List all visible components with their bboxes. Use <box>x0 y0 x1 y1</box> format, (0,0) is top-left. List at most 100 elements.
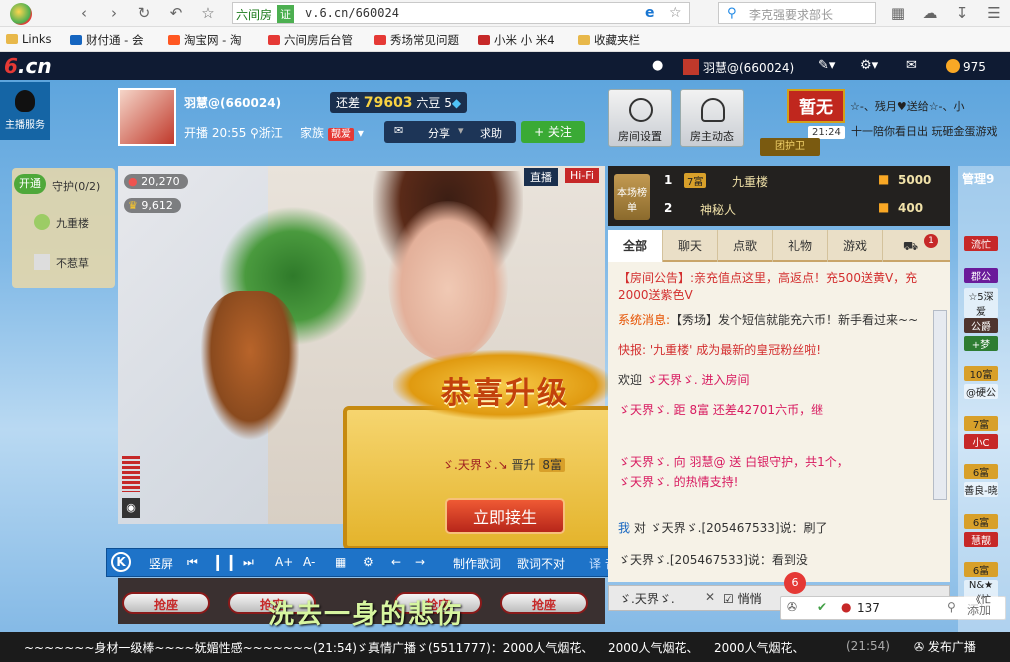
notification-badge[interactable]: 6 <box>784 572 806 594</box>
close-target-icon[interactable]: ✕ <box>705 590 715 604</box>
undo-icon[interactable]: ↶ <box>166 4 186 22</box>
rank-row[interactable]: 1 7富 九重楼 ■ 5000 <box>658 168 946 194</box>
admin-tag[interactable]: 10富 <box>964 366 998 381</box>
edit-icon[interactable]: ✎▾ <box>818 58 835 73</box>
admin-tag[interactable]: 小C <box>964 434 998 449</box>
admin-tag[interactable]: +梦 <box>964 336 998 351</box>
site-logo[interactable]: 6.cn <box>4 54 52 78</box>
admin-tag[interactable]: 7富 <box>964 416 998 431</box>
star-icon[interactable]: ☆ <box>198 4 218 22</box>
chat-target: ゞ.天界ゞ. <box>619 592 675 606</box>
settings-icon[interactable]: ⚙▾ <box>860 58 878 73</box>
bookmark-links[interactable]: Links <box>6 32 52 46</box>
guard-item[interactable]: 九重楼 <box>34 214 89 231</box>
cloud-icon[interactable]: ☁ <box>920 4 940 22</box>
tab-song[interactable]: 点歌 <box>718 230 773 262</box>
admin-tag[interactable]: 流忙 <box>964 236 998 251</box>
search-box[interactable]: ⚲ 李克强要求部长 <box>718 2 876 24</box>
room-settings-button[interactable]: 房间设置 <box>608 89 672 147</box>
make-lyrics-button[interactable]: 制作歌词 <box>453 555 501 572</box>
arrow-right-icon[interactable]: → <box>415 555 425 569</box>
back-icon[interactable]: ‹ <box>74 4 94 22</box>
bookmark-taobao[interactable]: 淘宝网 - 淘 <box>168 32 241 48</box>
admin-tag[interactable]: 善良-晓 <box>964 482 998 497</box>
admin-tag[interactable]: N&★《忙 <box>964 580 998 606</box>
guard-open-button[interactable]: 开通 <box>14 174 46 194</box>
coin-icon <box>946 59 960 73</box>
next-icon[interactable]: ⏭ <box>243 555 254 570</box>
message-icon[interactable]: ✉ <box>394 124 403 137</box>
promo-marquee[interactable]: 十一陪你看日出 玩砸金蛋游戏 <box>851 123 1010 139</box>
follow-button[interactable]: + 关注 <box>521 121 585 143</box>
chat-scrollbar[interactable] <box>933 310 947 500</box>
admin-tag[interactable]: 6富 <box>964 514 998 529</box>
player-logo-icon[interactable]: K <box>111 552 131 572</box>
pause-icon[interactable]: ❙❙ <box>211 552 238 571</box>
bookmark-favorites[interactable]: 收藏夹栏 <box>578 32 640 48</box>
menu-icon[interactable]: ☰ <box>984 4 1004 22</box>
star-count: ♛ 9,612 <box>124 198 181 213</box>
arrow-left-icon[interactable]: ← <box>391 555 401 569</box>
player-settings-icon[interactable]: ⚙ <box>363 555 374 569</box>
apps-icon[interactable]: ▦ <box>888 4 908 22</box>
guard-item[interactable]: 不惹草 <box>34 254 89 271</box>
private-checkbox[interactable]: ☑ 悄悄 <box>723 590 762 607</box>
ranking-banner[interactable]: 暂无 <box>787 89 845 123</box>
admin-tag[interactable]: @硬公 <box>964 384 998 399</box>
vertical-button[interactable]: 竖屏 <box>149 555 173 572</box>
admin-tag[interactable]: 郡公 <box>964 268 998 283</box>
accept-button[interactable]: 立即接生 <box>445 498 565 534</box>
bookmark-6cn-admin[interactable]: 六间房后台管 <box>268 32 353 48</box>
host-dynamic-button[interactable]: 房主动态 <box>680 89 744 147</box>
tab-all[interactable]: 全部 <box>608 230 663 262</box>
diamond-icon: ◆ <box>451 96 462 110</box>
family[interactable]: 家族 靓爱 ▾ <box>300 124 364 141</box>
address-bar[interactable]: 六间房 证 v.6.cn/660024 e ☆ <box>232 2 690 24</box>
share-button[interactable]: 分享 <box>428 125 450 141</box>
check-icon[interactable]: ✔ <box>817 600 827 614</box>
mail-icon[interactable]: ✉ <box>906 58 917 73</box>
font-decrease-icon[interactable]: A- <box>303 555 315 569</box>
announce-icon[interactable]: ✇ <box>787 600 797 614</box>
hifi-badge[interactable]: Hi-Fi <box>565 168 599 183</box>
mic-icon[interactable]: ◉ <box>122 498 140 518</box>
anchor-name[interactable]: 羽慧@(660024) <box>184 94 281 111</box>
bookmark-caifutong[interactable]: 财付通 - 会 <box>70 32 143 48</box>
rank-row[interactable]: 2 神秘人 ■ 400 <box>658 196 946 222</box>
help-button[interactable]: 求助 <box>480 125 502 141</box>
rank-panel: 本场榜单 1 7富 九重楼 ■ 5000 2 神秘人 ■ 400 <box>608 166 950 226</box>
tab-gift[interactable]: 礼物 <box>773 230 828 262</box>
popup-title: 恭喜升级 <box>441 376 569 411</box>
tab-chat[interactable]: 聊天 <box>663 230 718 262</box>
bookmark-star-icon[interactable]: ☆ <box>669 5 682 21</box>
guard-team-badge[interactable]: 团护卫 <box>760 138 820 156</box>
publish-broadcast-button[interactable]: ✇ 发布广播 <box>914 638 976 655</box>
top-user[interactable]: 羽慧@(660024) <box>683 59 794 76</box>
rank-badge[interactable]: 本场榜单 <box>614 174 650 220</box>
lyrics-wrong-button[interactable]: 歌词不对 <box>517 555 565 572</box>
refresh-icon[interactable]: ↻ <box>134 4 154 22</box>
color-icon[interactable]: ▦ <box>335 555 346 569</box>
font-increase-icon[interactable]: A+ <box>275 555 293 569</box>
admin-tag[interactable]: ☆5深爱 <box>964 288 998 318</box>
admin-title[interactable]: 管理9 <box>962 170 994 187</box>
admin-tag[interactable]: 慧靓 <box>964 532 998 547</box>
ie-icon[interactable]: e <box>645 5 655 21</box>
coin-balance[interactable]: 975 <box>946 59 986 74</box>
anchor-avatar[interactable] <box>118 88 176 146</box>
search-user-icon[interactable]: ⚲ <box>947 600 956 614</box>
admin-tag[interactable]: 6富 <box>964 562 998 577</box>
admin-tag[interactable]: 6富 <box>964 464 998 479</box>
bookmark-faq[interactable]: 秀场常见问题 <box>374 32 459 48</box>
download-icon[interactable]: ↧ <box>952 4 972 22</box>
tab-game[interactable]: 游戏 <box>828 230 883 262</box>
admin-tag[interactable]: 公爵 <box>964 318 998 333</box>
search-input[interactable]: 李克强要求部长 <box>749 6 873 23</box>
service-button[interactable]: 主播服务 <box>0 82 50 140</box>
wealth-count: ● 20,270 <box>124 174 188 189</box>
forward-icon[interactable]: › <box>104 4 124 22</box>
prev-icon[interactable]: ⏮ <box>187 555 198 570</box>
grab-seat-button[interactable]: 抢座 <box>500 592 588 614</box>
bookmark-xiaomi[interactable]: 小米 小 米4 <box>478 32 555 48</box>
grab-seat-button[interactable]: 抢座 <box>122 592 210 614</box>
